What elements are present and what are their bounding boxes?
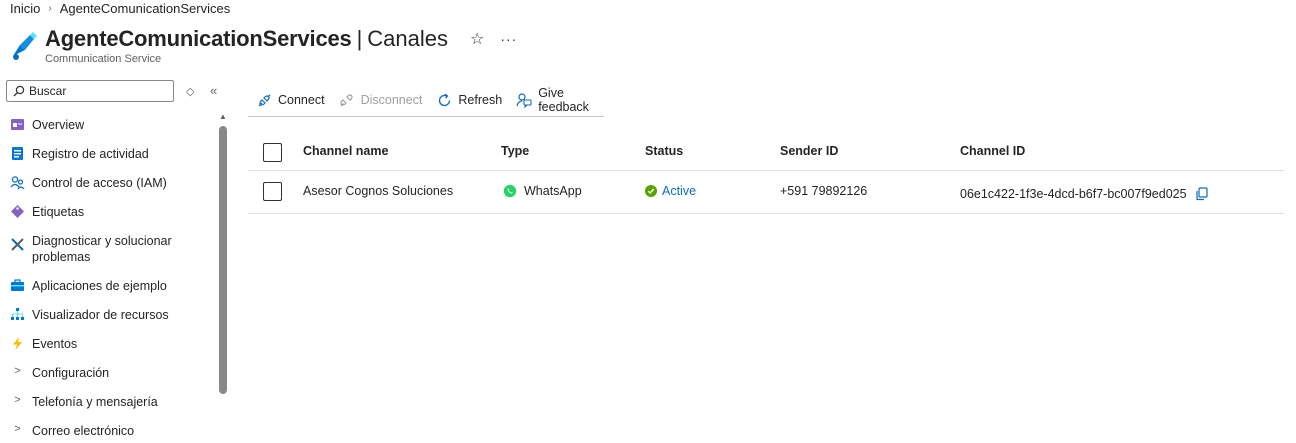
page-header: AgenteComunicationServices | Canales ☆ ·… bbox=[10, 26, 517, 65]
give-feedback-button[interactable]: Give feedback bbox=[516, 86, 598, 114]
resource-tree-icon bbox=[10, 307, 25, 322]
channel-name-cell: Asesor Cognos Soluciones bbox=[303, 184, 454, 198]
sidebar-search[interactable] bbox=[6, 80, 174, 102]
sidebar-item-sample-apps[interactable]: Aplicaciones de ejemplo bbox=[0, 271, 216, 300]
sidebar-item-email[interactable]: > Correo electrónico bbox=[0, 416, 216, 443]
copy-icon[interactable] bbox=[1195, 187, 1209, 201]
breadcrumb-home-link[interactable]: Inicio bbox=[10, 1, 40, 16]
title-separator: | bbox=[356, 26, 363, 51]
row-checkbox[interactable] bbox=[263, 182, 282, 201]
chevron-right-icon: > bbox=[14, 365, 21, 377]
communication-service-icon bbox=[13, 32, 37, 60]
check-circle-icon bbox=[645, 185, 657, 197]
column-header-channel-name[interactable]: Channel name bbox=[303, 144, 388, 158]
search-input[interactable] bbox=[29, 84, 169, 98]
activity-log-icon bbox=[10, 146, 25, 161]
sidebar-item-telephony[interactable]: > Telefonía y mensajería bbox=[0, 387, 216, 416]
column-header-sender-id[interactable]: Sender ID bbox=[780, 144, 838, 158]
column-header-status[interactable]: Status bbox=[645, 144, 683, 158]
chevron-right-icon: > bbox=[14, 394, 21, 406]
breadcrumb-current-link[interactable]: AgenteComunicationServices bbox=[60, 1, 231, 16]
lightning-icon bbox=[10, 336, 25, 351]
plug-disconnect-icon bbox=[339, 92, 355, 108]
wrench-icon bbox=[10, 237, 25, 252]
sidebar-item-iam[interactable]: Control de acceso (IAM) bbox=[0, 168, 216, 197]
scroll-up-icon[interactable]: ▲ bbox=[219, 112, 227, 121]
plug-connect-icon bbox=[256, 92, 272, 108]
status-cell: Active bbox=[645, 184, 696, 198]
select-all-checkbox[interactable] bbox=[263, 143, 282, 162]
column-header-type[interactable]: Type bbox=[501, 144, 529, 158]
command-bar: Connect Disconnect Refresh Give feedback bbox=[248, 84, 604, 117]
overview-icon bbox=[10, 117, 25, 132]
app-briefcase-icon bbox=[10, 278, 25, 293]
expand-collapse-icon[interactable]: ◇ bbox=[186, 85, 194, 98]
table-header-row: Channel name Type Status Sender ID Chann… bbox=[248, 130, 1284, 171]
sidebar-scrollbar[interactable]: ▲ bbox=[218, 112, 228, 443]
star-icon[interactable]: ☆ bbox=[470, 29, 484, 49]
chevron-right-icon: > bbox=[14, 423, 21, 435]
people-icon bbox=[10, 175, 25, 190]
sidebar-item-overview[interactable]: Overview bbox=[0, 110, 216, 139]
sidebar-item-events[interactable]: Eventos bbox=[0, 329, 216, 358]
page-subtitle: Canales bbox=[367, 26, 448, 51]
table-row[interactable]: Asesor Cognos Soluciones WhatsApp Active… bbox=[248, 171, 1284, 214]
connect-button[interactable]: Connect bbox=[256, 92, 325, 108]
feedback-icon bbox=[516, 92, 532, 108]
tag-icon bbox=[10, 204, 25, 219]
page-title: AgenteComunicationServices bbox=[45, 26, 352, 51]
refresh-icon bbox=[436, 92, 452, 108]
sidebar-item-resource-visualizer[interactable]: Visualizador de recursos bbox=[0, 300, 216, 329]
column-header-channel-id[interactable]: Channel ID bbox=[960, 144, 1025, 158]
sidebar: Overview Registro de actividad Control d… bbox=[0, 110, 216, 443]
disconnect-button[interactable]: Disconnect bbox=[339, 92, 422, 108]
scroll-thumb[interactable] bbox=[219, 126, 227, 394]
channel-id-cell: 06e1c422-1f3e-4dcd-b6f7-bc007f9ed025 bbox=[960, 187, 1209, 201]
sidebar-item-diagnose[interactable]: Diagnosticar y solucionar problemas bbox=[0, 226, 216, 271]
sidebar-item-configuration[interactable]: > Configuración bbox=[0, 358, 216, 387]
collapse-sidebar-icon[interactable]: « bbox=[210, 83, 217, 98]
ellipsis-icon[interactable]: ··· bbox=[500, 31, 517, 47]
channels-table: Channel name Type Status Sender ID Chann… bbox=[248, 130, 1284, 214]
whatsapp-icon bbox=[503, 184, 517, 198]
sender-id-cell: +591 79892126 bbox=[780, 184, 868, 198]
refresh-button[interactable]: Refresh bbox=[436, 92, 502, 108]
search-icon bbox=[13, 85, 25, 97]
sidebar-item-activity-log[interactable]: Registro de actividad bbox=[0, 139, 216, 168]
breadcrumb: Inicio › AgenteComunicationServices bbox=[10, 1, 230, 16]
sidebar-item-tags[interactable]: Etiquetas bbox=[0, 197, 216, 226]
resource-type-label: Communication Service bbox=[45, 53, 162, 65]
type-cell: WhatsApp bbox=[503, 184, 582, 198]
chevron-right-icon: › bbox=[48, 3, 52, 14]
status-badge: Active bbox=[662, 184, 697, 198]
